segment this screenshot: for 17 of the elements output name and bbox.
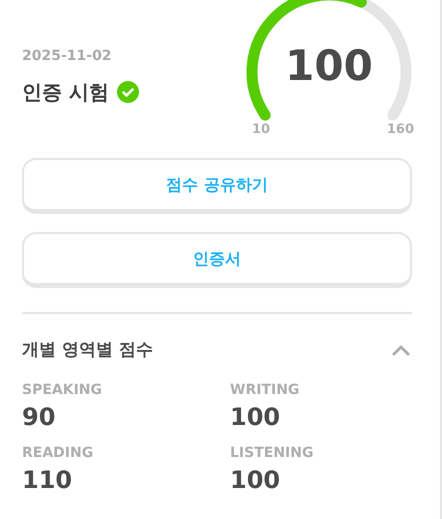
section-title: 개별 영역별 점수 xyxy=(22,339,153,362)
test-date: 2025-11-02 xyxy=(22,47,113,66)
skill-label: LISTENING xyxy=(230,444,314,462)
score-value: 100 xyxy=(284,45,374,87)
gauge-max-label: 160 xyxy=(386,121,414,139)
skill-label: READING xyxy=(22,444,94,462)
skill-label: SPEAKING xyxy=(22,380,104,400)
action-button[interactable]: 점수 공유하기 xyxy=(22,158,412,214)
skill-score: 110 xyxy=(22,468,74,492)
chevron-up-icon[interactable] xyxy=(392,345,410,356)
skill-label: WRITING xyxy=(230,380,300,400)
skill-score: 100 xyxy=(230,468,282,492)
action-button[interactable]: 인증서 xyxy=(22,232,412,288)
gauge-min-label: 10 xyxy=(252,121,270,139)
skill-score: 90 xyxy=(22,404,56,428)
skill-score: 100 xyxy=(230,404,282,428)
test-title: 인증 시험 xyxy=(22,79,109,106)
